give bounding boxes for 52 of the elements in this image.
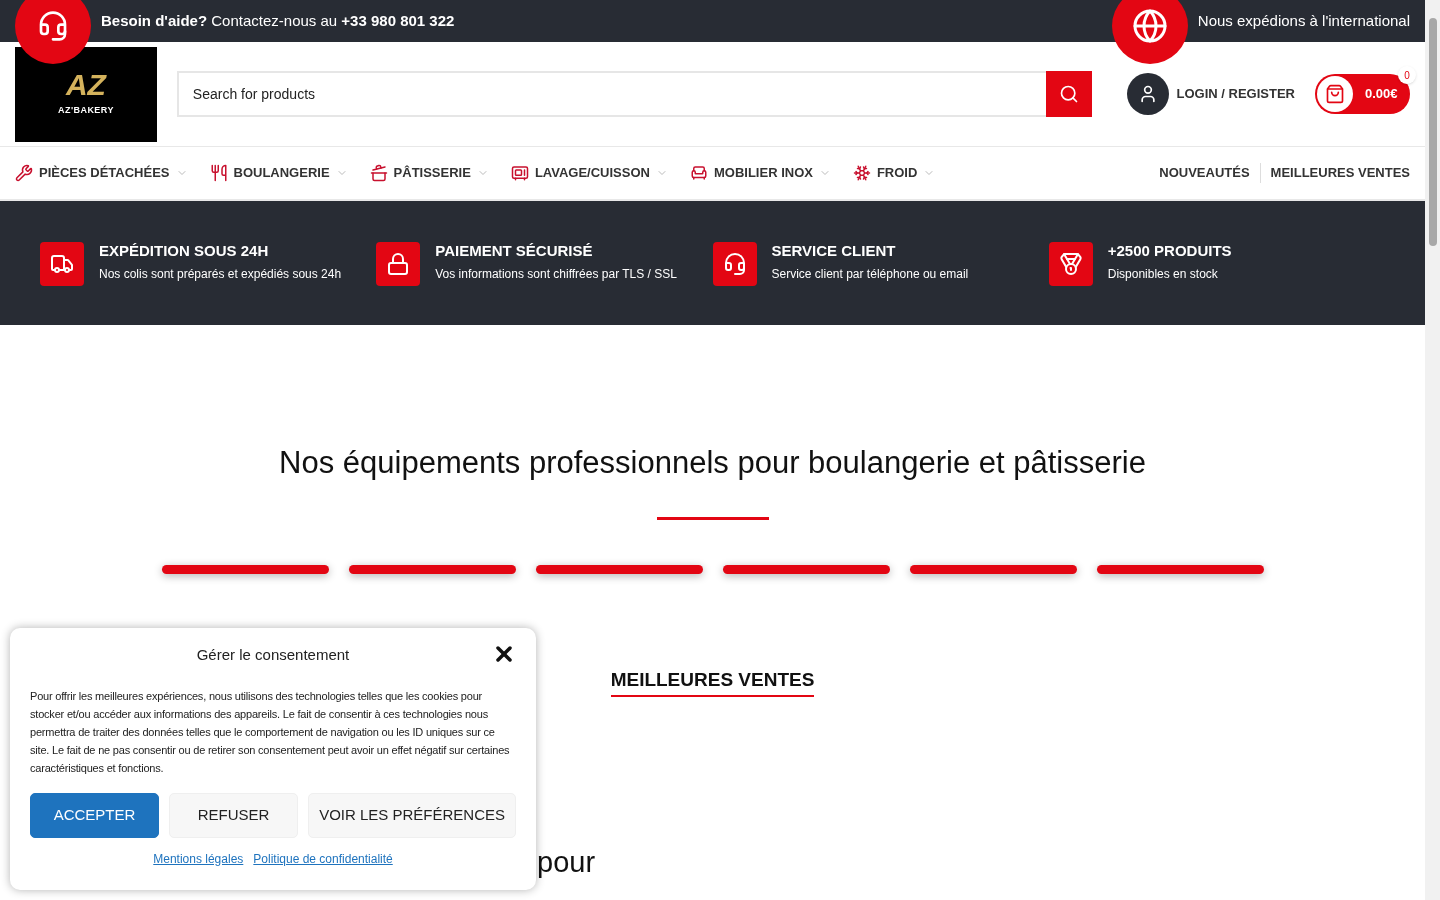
carousel-bar[interactable] xyxy=(161,564,329,574)
carousel-bar[interactable] xyxy=(1096,564,1264,574)
nav-item[interactable]: PÂTISSERIE xyxy=(369,163,489,183)
wrench-icon xyxy=(15,164,33,182)
search-icon xyxy=(1058,84,1079,104)
headset-icon xyxy=(712,242,757,286)
feature-text: Nos colis sont préparés et expédiés sous 24h xyxy=(99,265,342,283)
nav-link[interactable]: MEILLEURES VENTES xyxy=(1259,163,1410,183)
feature-text: Vos informations sont chiffrées par TLS / SSL xyxy=(435,265,677,283)
nav-item[interactable]: LAVAGE/CUISSON xyxy=(510,163,668,183)
nav-item[interactable]: PIÈCES DÉTACHÉES xyxy=(15,163,188,183)
cart-count: 0 xyxy=(1398,66,1416,84)
consent-button[interactable]: REFUSER xyxy=(169,792,299,838)
snowflake-icon xyxy=(852,164,871,182)
utensils-icon xyxy=(209,164,228,182)
login-link[interactable]: LOGIN / REGISTER xyxy=(1176,84,1295,104)
chair-icon xyxy=(689,164,708,182)
oven-icon xyxy=(510,164,529,182)
feature-title: EXPÉDITION SOUS 24H xyxy=(99,241,270,261)
nav-item[interactable]: MOBILIER INOX xyxy=(689,163,831,183)
footer-link[interactable]: Mentions légales xyxy=(153,849,244,868)
nav-item[interactable]: BOULANGERIE xyxy=(209,163,348,183)
section-tab[interactable]: MEILLEURES VENTES xyxy=(610,665,815,697)
carousel-bar[interactable] xyxy=(909,564,1077,574)
feature-title: PAIEMENT SÉCURISÉ xyxy=(435,241,594,261)
shipping-text: Nous expédions à l'international xyxy=(1197,10,1410,31)
carousel-bar[interactable] xyxy=(535,564,703,574)
heading-text: pour xyxy=(537,846,596,878)
carousel-bar[interactable] xyxy=(348,564,516,574)
logo[interactable]: AZ AZ'BAKERY xyxy=(15,46,157,142)
help-text: Besoin d'aide? Contactez-nous au +33 980 801 322 xyxy=(101,10,455,31)
search-button[interactable] xyxy=(1045,71,1092,117)
truck-icon xyxy=(40,242,84,286)
bag-icon xyxy=(1325,84,1345,104)
user-icon[interactable] xyxy=(1126,73,1169,115)
consent-button[interactable]: ACCEPTER xyxy=(30,792,160,838)
scrollbar[interactable] xyxy=(1425,0,1440,900)
medal-icon xyxy=(1048,242,1093,286)
pot-icon xyxy=(369,164,388,182)
feature-title: SERVICE CLIENT xyxy=(771,241,897,261)
nav-link[interactable]: NOUVEAUTÉS xyxy=(1149,163,1260,183)
nav-item[interactable]: FROID xyxy=(852,163,936,183)
feature-title: +2500 PRODUITS xyxy=(1107,241,1232,261)
lock-icon xyxy=(376,242,421,286)
consent-button[interactable]: VOIR LES PRÉFÉRENCES xyxy=(308,792,516,838)
feature-text: Disponibles en stock xyxy=(1107,265,1219,283)
footer-link[interactable]: Politique de confidentialité xyxy=(253,849,393,868)
dialog-title: Gérer le consentement xyxy=(196,645,350,665)
consent-text: Pour offrir les meilleures expériences, nous utilisons des technologies telles que les cookies pour stocker et/ou accéder aux informations des appareils. Le fait de consentir à ces technologies nous permettra de traiter des données telles que le comportement de navigation ou les ID uniques sur ce site. Le fait de ne pas consentir ou de retirer son consentement peut avoir un effet négatif sur certaines caractéristiques et fonctions. xyxy=(30,688,511,776)
carousel-bar[interactable] xyxy=(722,564,890,574)
feature-text: Service client par téléphone ou email xyxy=(771,265,969,283)
section-title: Nos équipements professionnels pour boulangerie et pâtisserie xyxy=(279,444,1146,482)
